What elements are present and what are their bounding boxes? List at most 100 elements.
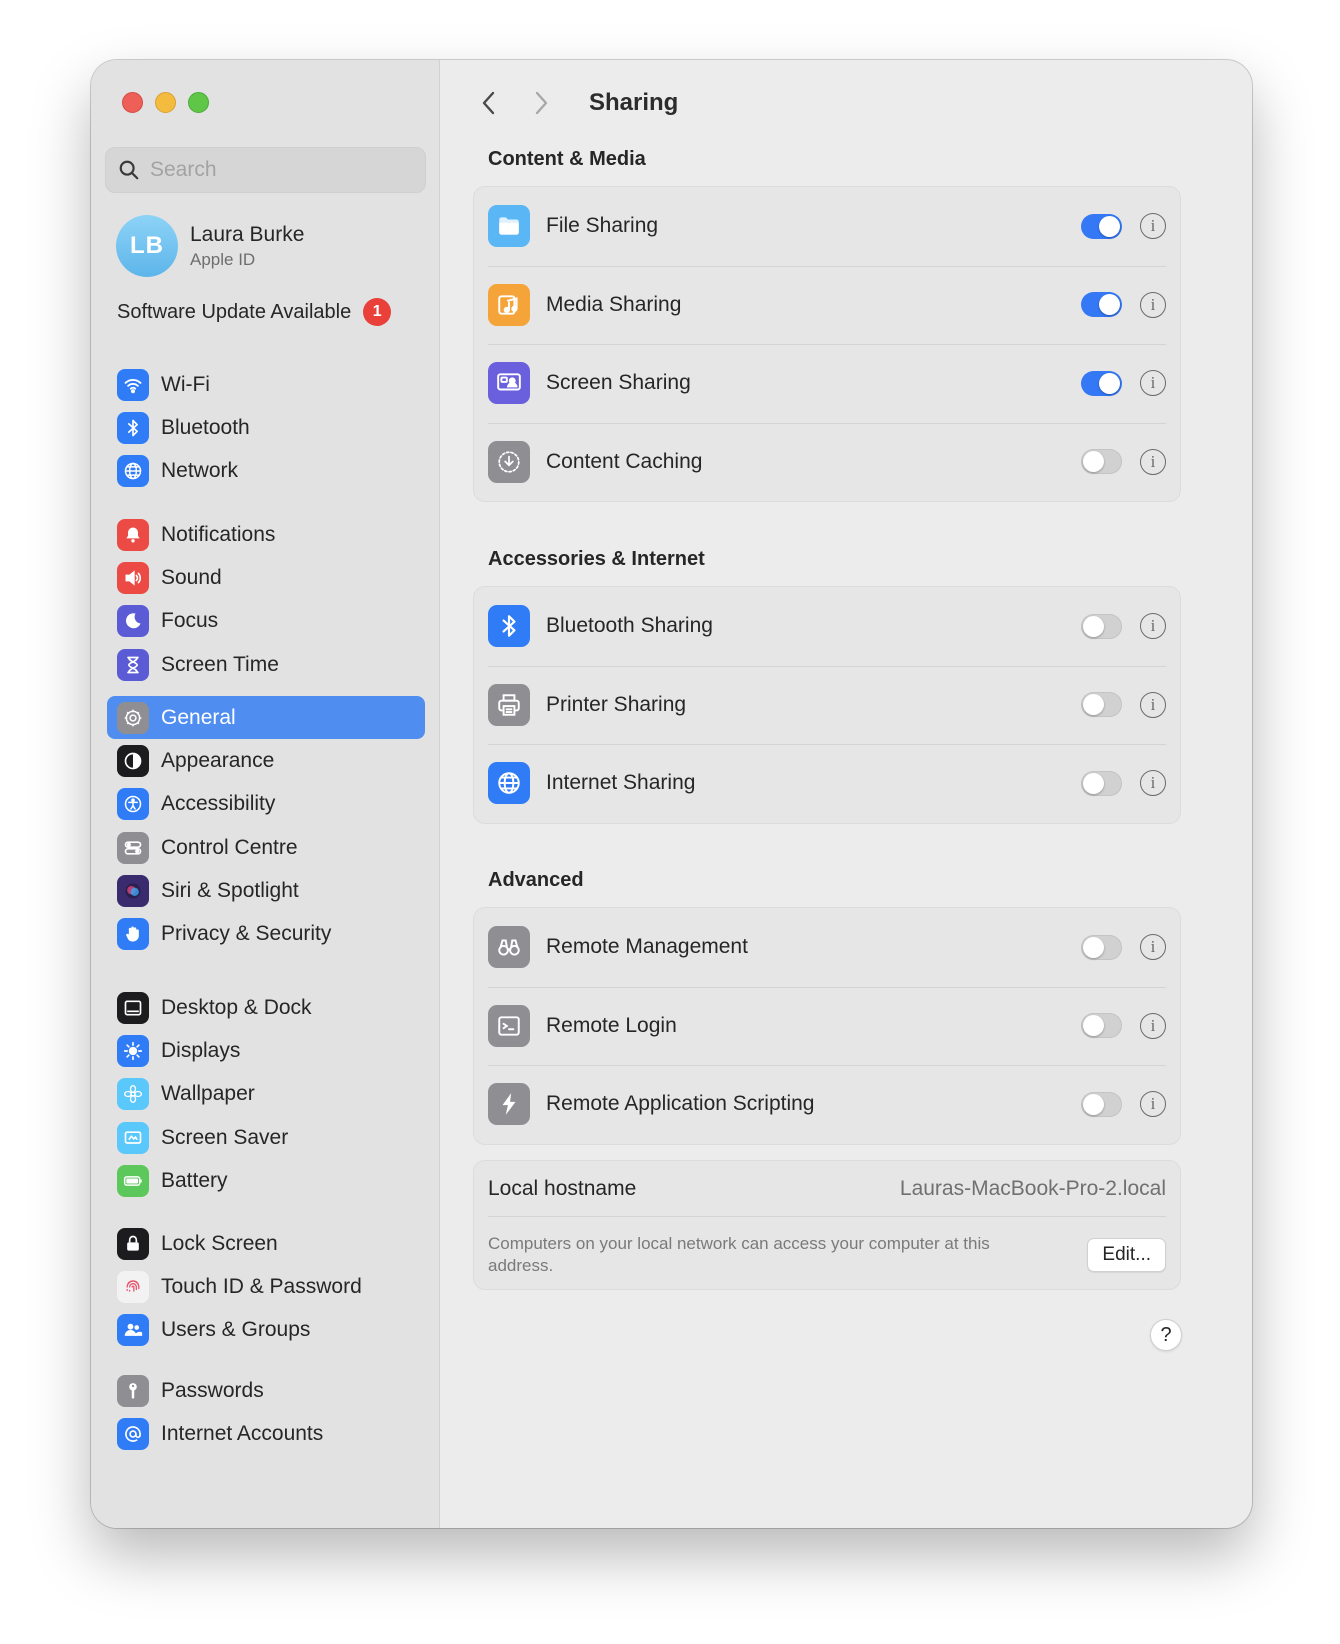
printer-sharing-toggle[interactable] [1081,692,1122,718]
sidebar-item-network[interactable]: Network [107,450,425,493]
row-label: Remote Management [546,935,748,959]
sidebar-item-displays[interactable]: Displays [107,1029,425,1072]
printer-icon [488,683,530,726]
remote-application-scripting-toggle[interactable] [1081,1091,1122,1117]
sidebar-item-wi-fi[interactable]: Wi-Fi [107,363,425,406]
bluetooth-sharing-toggle[interactable] [1081,613,1122,639]
row-label: Content Caching [546,449,703,473]
hostname-panel: Local hostname Lauras-MacBook-Pro-2.loca… [473,1160,1181,1290]
sidebar-item-internet-accounts[interactable]: Internet Accounts [107,1412,425,1455]
info-icon[interactable]: i [1140,213,1166,240]
info-icon[interactable]: i [1140,613,1166,640]
chevron-left-icon [482,91,495,114]
sidebar-item-screen-saver[interactable]: Screen Saver [107,1116,425,1159]
system-settings-window: LB Laura Burke Apple ID Software Update … [91,60,1252,1528]
software-update-item[interactable]: Software Update Available 1 [117,298,392,326]
sidebar-item-bluetooth[interactable]: Bluetooth [107,406,425,449]
sidebar-item-label: Network [161,459,239,483]
sidebar-item-desktop-dock[interactable]: Desktop & Dock [107,986,425,1029]
sidebar-item-label: Notifications [161,522,276,546]
info-icon[interactable]: i [1140,448,1166,475]
settings-panel: File Sharing i Media Sharing i Screen Sharin… [473,186,1181,502]
update-count-badge: 1 [363,298,392,326]
terminal-icon [488,1004,530,1047]
sidebar-item-label: Screen Saver [161,1125,289,1149]
key-icon [117,1374,149,1407]
sidebar: LB Laura Burke Apple ID Software Update … [91,60,440,1528]
sidebar-item-label: Wallpaper [161,1082,255,1106]
row-content-caching: Content Caching i [474,422,1180,502]
info-icon[interactable]: i [1140,370,1166,397]
sidebar-group: Passwords Internet Accounts [107,1369,425,1456]
info-icon[interactable]: i [1140,1091,1166,1118]
bluetooth-icon [117,411,149,444]
row-label: Internet Sharing [546,771,696,795]
control-centre-icon [117,831,149,864]
hostname-description: Computers on your local network can acce… [488,1234,990,1275]
remote-management-toggle[interactable] [1081,934,1122,960]
sidebar-item-notifications[interactable]: Notifications [107,513,425,556]
zoom-button[interactable] [188,92,209,113]
binoculars-icon [488,926,530,969]
sidebar-group: Notifications Sound Focus Screen Time [107,513,425,686]
screen-sharing-toggle[interactable] [1081,370,1122,396]
sidebar-item-label: Users & Groups [161,1318,311,1342]
row-remote-management: Remote Management i [474,908,1180,987]
settings-panel: Remote Management i Remote Login i Remote Ap… [473,907,1181,1145]
info-icon[interactable]: i [1140,770,1166,797]
info-icon[interactable]: i [1140,291,1166,318]
globe-icon [117,455,149,488]
sidebar-item-touch-id-password[interactable]: Touch ID & Password [107,1265,425,1308]
sidebar-item-sound[interactable]: Sound [107,556,425,599]
close-button[interactable] [122,92,143,113]
sidebar-item-general[interactable]: General [107,696,425,740]
info-icon[interactable]: i [1140,1012,1166,1039]
row-label: Printer Sharing [546,692,687,716]
row-label: Media Sharing [546,292,682,316]
battery-icon [117,1164,149,1197]
sidebar-item-label: Desktop & Dock [161,995,312,1019]
sidebar-item-label: Passwords [161,1378,264,1402]
content-caching-toggle[interactable] [1081,449,1122,475]
sidebar-item-control-centre[interactable]: Control Centre [107,826,425,869]
speaker-icon [117,561,149,594]
sidebar-item-wallpaper[interactable]: Wallpaper [107,1073,425,1116]
sidebar-item-screen-time[interactable]: Screen Time [107,643,425,686]
forward-button[interactable] [523,85,559,121]
sidebar-item-privacy-security[interactable]: Privacy & Security [107,912,425,955]
appearance-icon [117,744,149,777]
minimize-button[interactable] [155,92,176,113]
sidebar-item-focus[interactable]: Focus [107,600,425,643]
search-input[interactable] [150,158,390,182]
internet-sharing-toggle[interactable] [1081,770,1122,796]
sidebar-item-label: Sound [161,565,222,589]
row-label: Screen Sharing [546,371,691,395]
sidebar-item-users-groups[interactable]: Users & Groups [107,1309,425,1352]
search-icon [119,160,139,180]
toolbar: Sharing [471,80,1222,125]
sidebar-item-passwords[interactable]: Passwords [107,1369,425,1412]
info-icon[interactable]: i [1140,691,1166,718]
sidebar-item-battery[interactable]: Battery [107,1159,425,1202]
profile-name: Laura Burke [190,222,305,246]
folder-icon [488,205,530,248]
info-icon[interactable]: i [1140,934,1166,961]
main-content: Sharing Content & Media File Sharing i Medi… [441,60,1252,1528]
window-controls [122,92,209,113]
sidebar-item-lock-screen[interactable]: Lock Screen [107,1222,425,1265]
apple-id-profile[interactable]: LB Laura Burke Apple ID [116,215,304,277]
search-field[interactable] [105,147,426,193]
row-remote-application-scripting: Remote Application Scripting i [474,1065,1180,1144]
media-sharing-toggle[interactable] [1081,292,1122,318]
help-button[interactable]: ? [1150,1319,1182,1351]
sidebar-group: Desktop & Dock Displays Wallpaper Screen Sa… [107,986,425,1202]
remote-login-toggle[interactable] [1081,1013,1122,1039]
sidebar-item-accessibility[interactable]: Accessibility [107,783,425,826]
back-button[interactable] [471,85,507,121]
file-sharing-toggle[interactable] [1081,213,1122,239]
row-remote-login: Remote Login i [474,986,1180,1066]
sidebar-item-appearance[interactable]: Appearance [107,739,425,782]
accessibility-icon [117,788,149,821]
sidebar-item-siri-spotlight[interactable]: Siri & Spotlight [107,869,425,912]
edit-hostname-button[interactable]: Edit... [1087,1238,1166,1272]
